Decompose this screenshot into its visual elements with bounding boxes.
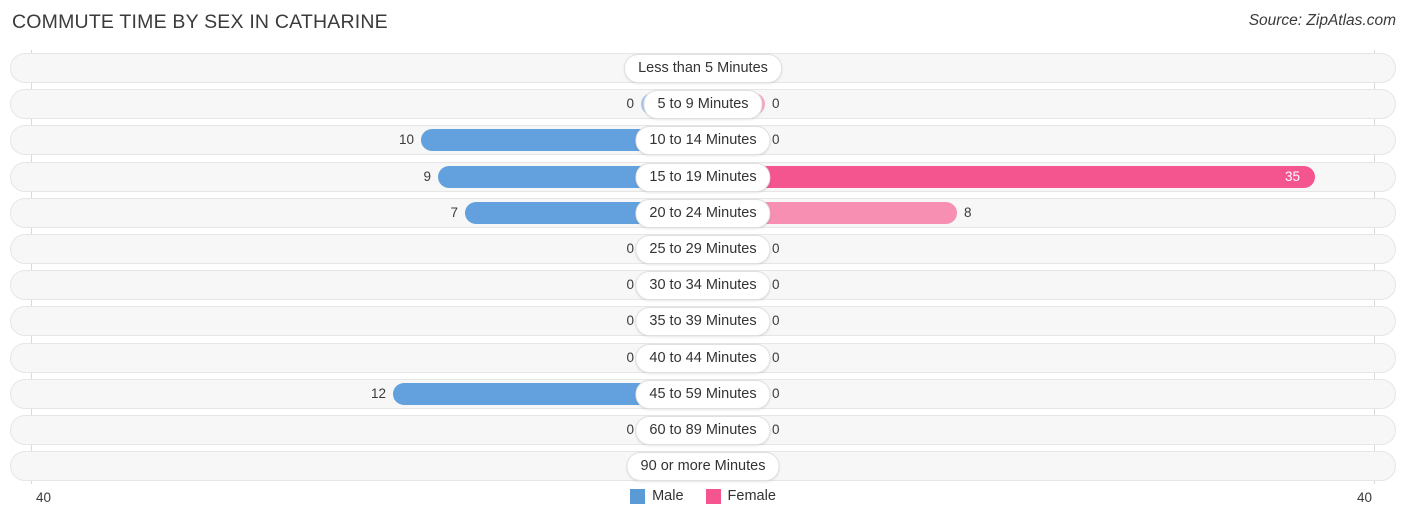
legend-label-male: Male [652,488,684,504]
category-label-pill: 30 to 34 Minutes [635,271,771,301]
value-label-male: 9 [423,168,431,184]
value-label-female: 8 [964,204,972,220]
value-label-male: 0 [626,240,634,256]
value-label-male: 0 [626,349,634,365]
category-label-pill: 10 to 14 Minutes [635,126,771,156]
row-bars: 0 0 40 to 44 Minutes [0,340,1406,376]
table-row: 00Less than 5 Minutes [0,50,1406,86]
row-bars: 0 0 25 to 29 Minutes [0,231,1406,267]
legend-swatch-female-icon [705,488,721,504]
table-row: 9 35 15 to 19 Minutes [0,159,1406,195]
chart-header: COMMUTE TIME BY SEX IN CATHARINE Source:… [0,0,1406,46]
source-attribution: Source: ZipAtlas.com [1248,12,1396,29]
chart-plot-area: 00Less than 5 Minutes005 to 9 Minutes100… [0,50,1406,484]
table-row: 0 0 25 to 29 Minutes [0,231,1406,267]
table-row: 0090 or more Minutes [0,448,1406,484]
category-label-pill: 15 to 19 Minutes [635,162,771,192]
value-label-female: 0 [772,132,780,148]
table-row: 0 0 5 to 9 Minutes [0,86,1406,122]
value-label-female: 0 [772,313,780,329]
bar-female[interactable] [703,165,1315,188]
row-bars: 0 0 35 to 39 Minutes [0,303,1406,339]
legend-swatch-male-icon [630,488,646,504]
category-label-pill: 5 to 9 Minutes [643,90,763,120]
row-bars: 9 35 15 to 19 Minutes [0,159,1406,195]
value-label-female: 0 [772,385,780,401]
value-label-female: 0 [772,96,780,112]
legend-item-female[interactable]: Female [705,488,776,504]
row-bars: 7 8 20 to 24 Minutes [0,195,1406,231]
value-label-male: 0 [626,313,634,329]
row-bars: 0 0 5 to 9 Minutes [0,86,1406,122]
category-label-pill: 35 to 39 Minutes [635,307,771,337]
table-row: 0 0 40 to 44 Minutes [0,340,1406,376]
row-bars: 0 0 30 to 34 Minutes [0,267,1406,303]
value-label-female: 0 [772,349,780,365]
value-label-male: 0 [626,96,634,112]
category-label-pill: 60 to 89 Minutes [635,415,771,445]
row-bars: 00Less than 5 Minutes [0,50,1406,86]
chart-footer: 40 40 Male Female [0,484,1406,523]
table-row: 12 0 45 to 59 Minutes [0,376,1406,412]
table-row: 7 8 20 to 24 Minutes [0,195,1406,231]
chart-legend: Male Female [0,488,1406,504]
row-bars: 10 0 10 to 14 Minutes [0,122,1406,158]
value-label-female: 35 [1285,168,1301,184]
legend-item-male[interactable]: Male [630,488,684,504]
category-label-pill: 20 to 24 Minutes [635,198,771,228]
commute-time-chart: COMMUTE TIME BY SEX IN CATHARINE Source:… [0,0,1406,523]
value-label-male: 7 [450,204,458,220]
chart-rows: 00Less than 5 Minutes005 to 9 Minutes100… [0,50,1406,484]
value-label-male: 0 [626,277,634,293]
table-row: 0 0 35 to 39 Minutes [0,303,1406,339]
row-bars: 0090 or more Minutes [0,448,1406,484]
value-label-female: 0 [772,277,780,293]
legend-label-female: Female [727,488,776,504]
category-label-pill: 45 to 59 Minutes [635,379,771,409]
value-label-male: 10 [398,132,414,148]
table-row: 0 0 60 to 89 Minutes [0,412,1406,448]
table-row: 10 0 10 to 14 Minutes [0,122,1406,158]
row-bars: 12 0 45 to 59 Minutes [0,376,1406,412]
table-row: 0 0 30 to 34 Minutes [0,267,1406,303]
value-label-male: 12 [370,385,386,401]
page-title: COMMUTE TIME BY SEX IN CATHARINE [12,11,388,33]
category-label-pill: 40 to 44 Minutes [635,343,771,373]
value-label-female: 0 [772,421,780,437]
row-bars: 0 0 60 to 89 Minutes [0,412,1406,448]
value-label-female: 0 [772,240,780,256]
category-label-pill: 90 or more Minutes [626,452,780,482]
category-label-pill: 25 to 29 Minutes [635,234,771,264]
value-label-male: 0 [626,421,634,437]
category-label-pill: Less than 5 Minutes [624,54,782,83]
